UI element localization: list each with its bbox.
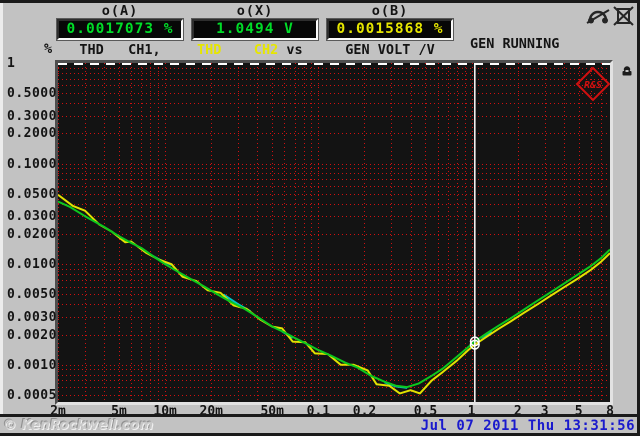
y-tick-label: 0.0010 [7,357,57,373]
crossed-frame-icon [613,6,634,30]
readout-b-label: GEN VOLT /V [345,42,435,58]
y-axis-unit: % [44,41,53,57]
y-tick-label: 0.5000 [7,86,57,102]
panel-indicator-icon [620,63,634,82]
y-tick-label: 0.0005 [7,388,57,404]
readout-b-header: o(B) [371,3,409,19]
readout-b-value: 0.0015868 % [326,18,454,41]
rs-logo: R&S [575,66,611,102]
screen-edge-top [0,0,640,3]
y-tick-label: 0.0050 [7,287,57,303]
watermark: © KenRockwell.com [3,417,154,433]
thd-vs-level-chart: R&S [57,63,611,402]
plot-area: R&S [55,60,613,405]
y-tick-label: 0.0200 [7,226,57,242]
y-tick-label: 0.0100 [7,257,57,273]
y-tick-label: 0.0020 [7,327,57,343]
y-tick-label: 0.3000 [7,108,57,124]
screen-divider [0,414,640,417]
y-tick-label: 0.2000 [7,126,57,142]
readout-x-label-vs: vs [278,42,303,58]
headphones-muted-icon [586,7,610,29]
readout-x-value: 1.0494 V [191,18,319,41]
screen-edge-left [0,3,3,414]
y-tick-label: 0.0030 [7,309,57,325]
readout-a-header: o(A) [101,3,139,19]
y-tick-label: 0.0500 [7,186,57,202]
analyzer-screen: o(A) 0.0017073 % THD CH1, o(X) 1.0494 V … [0,0,640,436]
status-gen: GEN RUNNING [470,36,560,52]
y-tick-label: 0.1000 [7,156,57,172]
rs-logo-text: R&S [584,80,602,91]
y-tick-label: 1 [7,56,16,71]
readout-a-label: THD CH1, [79,42,161,58]
readout-x-label: THD CH2 vs [197,42,303,58]
readout-x-label-trace: THD CH2 [197,42,279,58]
readout-x-header: o(X) [236,3,274,19]
datetime-display: Jul 07 2011 Thu 13:31:56 [420,418,635,434]
readout-a-value: 0.0017073 % [56,18,184,41]
y-tick-label: 0.0300 [7,209,57,225]
